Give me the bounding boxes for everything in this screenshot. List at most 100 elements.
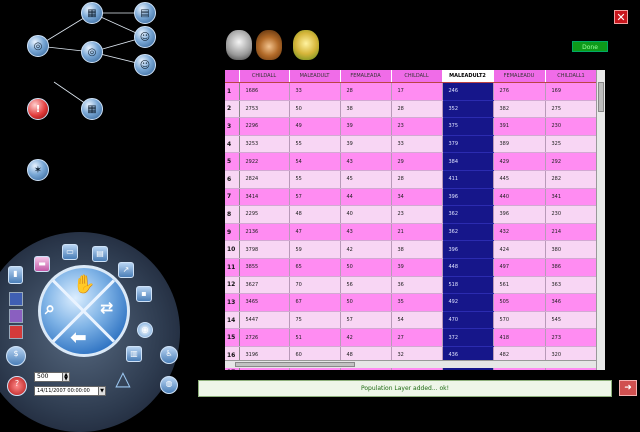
table-cell[interactable]: 54 xyxy=(289,152,341,171)
table-cell[interactable]: 325 xyxy=(545,135,598,154)
hand-pan-icon[interactable]: ✋ xyxy=(73,274,95,295)
zoom-stepper-icon[interactable]: ▲ ▼ xyxy=(62,372,70,382)
table-cell[interactable]: 352 xyxy=(442,100,494,119)
money-icon[interactable]: $ xyxy=(6,346,26,366)
robot-avatar[interactable] xyxy=(226,30,252,60)
table-cell[interactable]: 36 xyxy=(391,276,443,295)
table-row[interactable]: 5 2922 54 43 29 384 429 292 xyxy=(225,152,598,171)
table-row[interactable]: 12 3627 70 56 36 518 561 363 xyxy=(225,276,598,295)
column-header[interactable]: CHILDALL xyxy=(391,70,443,83)
table-cell[interactable]: 389 xyxy=(493,135,546,154)
table-cell[interactable]: 57 xyxy=(340,311,392,330)
table-cell[interactable]: 2922 xyxy=(239,152,290,171)
table-cell[interactable]: 33 xyxy=(391,135,443,154)
elder-avatar[interactable] xyxy=(293,30,319,60)
table-cell[interactable]: 382 xyxy=(493,100,546,119)
user-node-icon[interactable]: ☺ xyxy=(134,26,156,48)
table-cell[interactable]: 362 xyxy=(442,223,494,242)
scroll-thumb[interactable] xyxy=(598,82,604,112)
book-icon[interactable]: ▥ xyxy=(126,346,142,362)
folder-icon[interactable]: ▭ xyxy=(62,244,78,260)
table-cell[interactable]: 44 xyxy=(340,188,392,207)
help-icon[interactable]: ? xyxy=(7,376,27,396)
table-cell[interactable]: 56 xyxy=(340,276,392,295)
table-cell[interactable]: 75 xyxy=(289,311,341,330)
table-cell[interactable]: 39 xyxy=(340,117,392,136)
table-cell[interactable]: 27 xyxy=(391,328,443,347)
table-row[interactable]: 15 2726 51 42 27 372 418 273 xyxy=(225,328,598,347)
table-cell[interactable]: 497 xyxy=(493,258,546,277)
table-cell[interactable]: 29 xyxy=(391,152,443,171)
scroll-thumb[interactable] xyxy=(235,362,355,367)
table-row[interactable]: 10 3798 59 42 38 396 424 380 xyxy=(225,240,598,259)
user-node-icon[interactable]: ☺ xyxy=(134,54,156,76)
table-cell[interactable]: 440 xyxy=(493,188,546,207)
table-cell[interactable]: 3798 xyxy=(239,240,290,259)
table-cell[interactable]: 362 xyxy=(442,205,494,224)
column-header[interactable]: CHILDALL1 xyxy=(545,70,598,83)
table-cell[interactable]: 396 xyxy=(442,240,494,259)
table-row[interactable]: 11 3855 65 50 39 448 497 386 xyxy=(225,258,598,277)
table-cell[interactable]: 492 xyxy=(442,293,494,312)
table-cell[interactable]: 276 xyxy=(493,82,546,101)
table-cell[interactable]: 43 xyxy=(340,152,392,171)
table-cell[interactable]: 55 xyxy=(289,170,341,189)
date-input[interactable]: 14/11/2007 00:00:00 xyxy=(34,386,106,396)
stop-icon[interactable] xyxy=(9,325,23,339)
zoom-icon[interactable]: ⌕ xyxy=(45,298,55,319)
table-cell[interactable]: 3253 xyxy=(239,135,290,154)
warning-node-icon[interactable]: ! xyxy=(27,98,49,120)
horizontal-scrollbar[interactable] xyxy=(225,360,596,368)
table-cell[interactable]: 42 xyxy=(340,328,392,347)
table-cell[interactable]: 346 xyxy=(545,293,598,312)
table-cell[interactable]: 424 xyxy=(493,240,546,259)
table-cell[interactable]: 230 xyxy=(545,205,598,224)
table-cell[interactable]: 545 xyxy=(545,311,598,330)
table-cell[interactable]: 39 xyxy=(391,258,443,277)
table-cell[interactable]: 570 xyxy=(493,311,546,330)
table-cell[interactable]: 23 xyxy=(391,117,443,136)
dropdown-arrow-icon[interactable]: ▼ xyxy=(98,386,106,396)
table-row[interactable]: 13 3465 67 50 35 492 505 346 xyxy=(225,293,598,312)
table-cell[interactable]: 411 xyxy=(442,170,494,189)
compare-icon[interactable]: ⇄ xyxy=(100,298,113,317)
table-cell[interactable]: 21 xyxy=(391,223,443,242)
table-cell[interactable]: 50 xyxy=(289,100,341,119)
table-cell[interactable]: 55 xyxy=(289,135,341,154)
table-cell[interactable]: 470 xyxy=(442,311,494,330)
table-cell[interactable]: 2824 xyxy=(239,170,290,189)
table-cell[interactable]: 65 xyxy=(289,258,341,277)
table-cell[interactable]: 35 xyxy=(391,293,443,312)
table-cell[interactable]: 448 xyxy=(442,258,494,277)
save-icon[interactable]: ▪ xyxy=(136,286,152,302)
table-cell[interactable]: 396 xyxy=(442,188,494,207)
table-cell[interactable]: 273 xyxy=(545,328,598,347)
globe-node-icon[interactable]: ◎ xyxy=(81,41,103,63)
table-cell[interactable]: 50 xyxy=(340,258,392,277)
table-row[interactable]: 14 5447 75 57 54 470 570 545 xyxy=(225,311,598,330)
table-cell[interactable]: 3627 xyxy=(239,276,290,295)
table-cell[interactable]: 214 xyxy=(545,223,598,242)
table-row[interactable]: 1 1686 33 28 17 246 276 169 xyxy=(225,82,598,101)
status-action-button[interactable]: ➜ xyxy=(619,380,637,396)
table-row[interactable]: 6 2824 55 45 28 411 445 282 xyxy=(225,170,598,189)
accessibility-icon[interactable]: ♿ xyxy=(160,346,178,364)
column-header[interactable]: FEMALEADU xyxy=(493,70,546,83)
table-cell[interactable]: 3465 xyxy=(239,293,290,312)
table-cell[interactable]: 59 xyxy=(289,240,341,259)
table-cell[interactable]: 2296 xyxy=(239,117,290,136)
table-cell[interactable]: 34 xyxy=(391,188,443,207)
table-cell[interactable]: 3414 xyxy=(239,188,290,207)
table-cell[interactable]: 33 xyxy=(289,82,341,101)
column-header[interactable]: FEMALEADA xyxy=(340,70,392,83)
table-cell[interactable]: 67 xyxy=(289,293,341,312)
table-cell[interactable]: 70 xyxy=(289,276,341,295)
table-cell[interactable]: 28 xyxy=(391,100,443,119)
table-cell[interactable]: 418 xyxy=(493,328,546,347)
table-cell[interactable]: 372 xyxy=(442,328,494,347)
table-cell[interactable]: 28 xyxy=(391,170,443,189)
table-cell[interactable]: 1686 xyxy=(239,82,290,101)
table-cell[interactable]: 432 xyxy=(493,223,546,242)
girl-avatar[interactable] xyxy=(256,30,282,60)
table-cell[interactable]: 50 xyxy=(340,293,392,312)
